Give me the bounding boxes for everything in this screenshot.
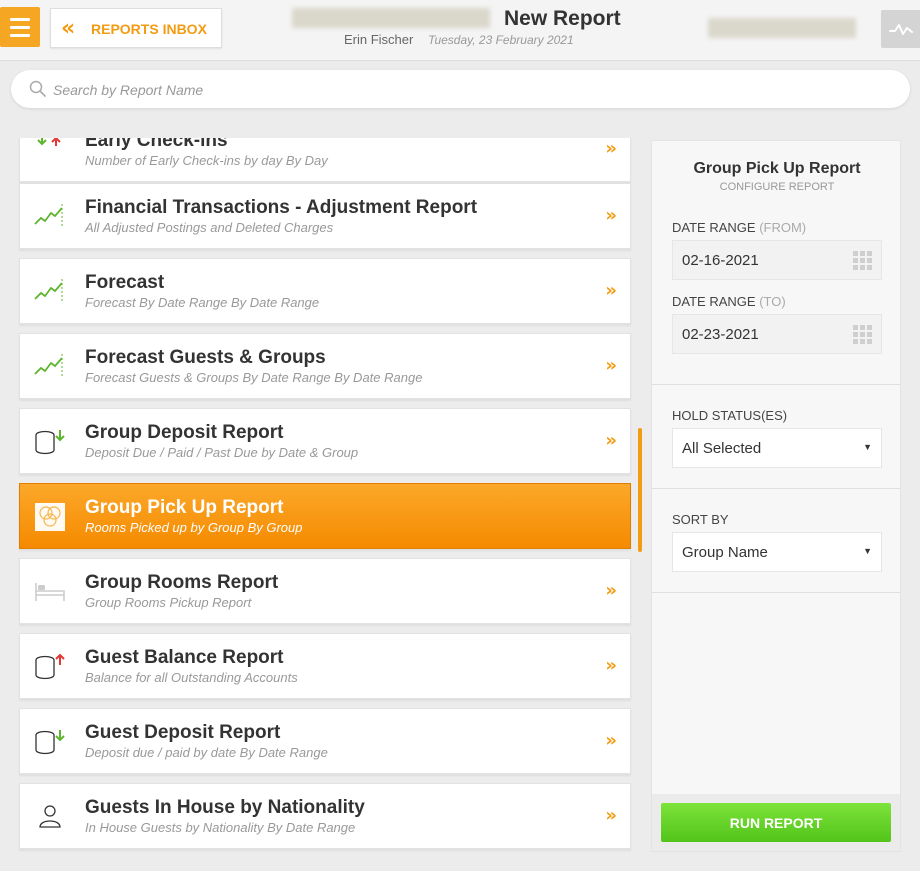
date-from-value: 02-16-2021: [682, 252, 759, 269]
bed-icon: [35, 583, 65, 601]
report-item-selected[interactable]: Group Pick Up Report Rooms Picked up by …: [19, 483, 631, 549]
reports-inbox-button[interactable]: « REPORTS INBOX: [50, 8, 222, 48]
double-chevron-right-icon: »: [605, 205, 617, 226]
report-item[interactable]: Group Rooms Report Group Rooms Pickup Re…: [19, 558, 631, 624]
run-report-area: RUN REPORT: [652, 794, 900, 851]
reports-inbox-label: REPORTS INBOX: [91, 21, 207, 37]
date-from-label-text: DATE RANGE: [672, 220, 756, 235]
top-header: « REPORTS INBOX New Report Erin Fischer …: [0, 0, 920, 61]
menu-icon-line: [10, 18, 30, 21]
panel-title: Group Pick Up Report: [693, 160, 861, 177]
divider: [652, 384, 900, 385]
blurred-hotel-name: [292, 8, 490, 28]
date-to-value: 02-23-2021: [682, 326, 759, 343]
report-name: Guest Deposit Report: [85, 722, 281, 743]
list-scrollbar[interactable]: [638, 428, 642, 552]
report-list: Early Check-ins Number of Early Check-in…: [0, 138, 640, 871]
coins-down-icon: [35, 730, 65, 755]
date-to-label: DATE RANGE (TO): [672, 294, 786, 309]
report-name: Forecast: [85, 272, 165, 293]
trend-chart-icon: [34, 204, 63, 226]
search-input[interactable]: [51, 78, 875, 102]
report-description: Deposit due / paid by date By Date Range: [85, 745, 328, 760]
dropdown-caret-icon: ▼: [863, 546, 872, 556]
search-bar: [11, 70, 910, 108]
double-chevron-left-icon: «: [61, 16, 75, 41]
page-title: New Report: [504, 7, 621, 30]
trend-chart-icon: [34, 354, 63, 376]
report-item[interactable]: Early Check-ins Number of Early Check-in…: [19, 138, 631, 182]
trend-chart-icon: [34, 279, 63, 301]
report-item[interactable]: Guest Deposit Report Deposit due / paid …: [19, 708, 631, 774]
group-circles-icon: [35, 503, 65, 531]
menu-icon-line: [10, 26, 30, 29]
report-name: Early Check-ins: [85, 138, 228, 151]
double-chevron-right-icon: »: [605, 355, 617, 376]
stats-button[interactable]: [881, 10, 920, 48]
coins-down-icon: [35, 430, 65, 455]
search-icon: [29, 80, 46, 97]
arrows-up-down-icon: [37, 138, 61, 146]
double-chevron-right-icon: »: [605, 655, 617, 676]
panel-subtitle: CONFIGURE REPORT: [719, 181, 835, 193]
report-item[interactable]: Forecast Forecast By Date Range By Date …: [19, 258, 631, 324]
divider: [652, 488, 900, 489]
double-chevron-right-icon: »: [605, 430, 617, 451]
double-chevron-right-icon: »: [605, 280, 617, 301]
dropdown-caret-icon: ▼: [863, 442, 872, 452]
report-name: Financial Transactions - Adjustment Repo…: [85, 197, 478, 218]
date-from-suffix: (FROM): [759, 220, 807, 235]
double-chevron-right-icon: »: [605, 805, 617, 826]
report-item[interactable]: Guests In House by Nationality In House …: [19, 783, 631, 849]
date-from-field[interactable]: 02-16-2021: [672, 240, 882, 280]
report-description: Rooms Picked up by Group By Group: [85, 520, 303, 535]
report-item[interactable]: Group Deposit Report Deposit Due / Paid …: [19, 408, 631, 474]
report-item[interactable]: Financial Transactions - Adjustment Repo…: [19, 183, 631, 249]
current-date: Tuesday, 23 February 2021: [428, 33, 574, 47]
calendar-grid-icon[interactable]: [853, 251, 873, 271]
report-description: Number of Early Check-ins by day By Day: [85, 153, 328, 168]
calendar-grid-icon[interactable]: [853, 325, 873, 345]
menu-icon-line: [10, 34, 30, 37]
user-name: Erin Fischer: [344, 32, 414, 47]
coins-up-icon: [35, 654, 65, 680]
report-description: All Adjusted Postings and Deleted Charge…: [85, 220, 334, 235]
date-to-label-text: DATE RANGE: [672, 294, 756, 309]
sort-by-value: Group Name: [682, 544, 768, 561]
double-chevron-right-icon: »: [605, 730, 617, 751]
report-description: Group Rooms Pickup Report: [85, 595, 252, 610]
sort-by-label: SORT BY: [672, 512, 729, 527]
report-description: Balance for all Outstanding Accounts: [85, 670, 298, 685]
double-chevron-right-icon: »: [605, 580, 617, 601]
report-item[interactable]: Forecast Guests & Groups Forecast Guests…: [19, 333, 631, 399]
divider: [652, 592, 900, 593]
hold-status-value: All Selected: [682, 440, 762, 457]
report-name: Forecast Guests & Groups: [85, 347, 326, 368]
report-name: Group Pick Up Report: [85, 497, 284, 518]
blurred-info: [708, 18, 856, 38]
run-report-button[interactable]: RUN REPORT: [661, 803, 891, 842]
date-to-field[interactable]: 02-23-2021: [672, 314, 882, 354]
report-name: Group Deposit Report: [85, 422, 284, 443]
date-to-suffix: (TO): [759, 294, 786, 309]
report-name: Guest Balance Report: [85, 647, 284, 668]
hold-status-label: HOLD STATUS(ES): [672, 408, 788, 423]
double-chevron-right-icon: »: [605, 138, 617, 159]
hold-status-select[interactable]: All Selected ▼: [672, 428, 882, 468]
report-description: Deposit Due / Paid / Past Due by Date & …: [85, 445, 359, 460]
report-description: Forecast Guests & Groups By Date Range B…: [85, 370, 423, 385]
report-description: In House Guests by Nationality By Date R…: [85, 820, 356, 835]
date-from-label: DATE RANGE (FROM): [672, 220, 806, 235]
sort-by-select[interactable]: Group Name ▼: [672, 532, 882, 572]
activity-icon: [889, 24, 913, 35]
report-name: Guests In House by Nationality: [85, 797, 365, 818]
report-description: Forecast By Date Range By Date Range: [85, 295, 320, 310]
configure-panel: Group Pick Up Report CONFIGURE REPORT DA…: [651, 140, 901, 852]
report-name: Group Rooms Report: [85, 572, 279, 593]
report-item[interactable]: Guest Balance Report Balance for all Out…: [19, 633, 631, 699]
menu-button[interactable]: [0, 7, 40, 47]
person-icon: [39, 805, 61, 828]
